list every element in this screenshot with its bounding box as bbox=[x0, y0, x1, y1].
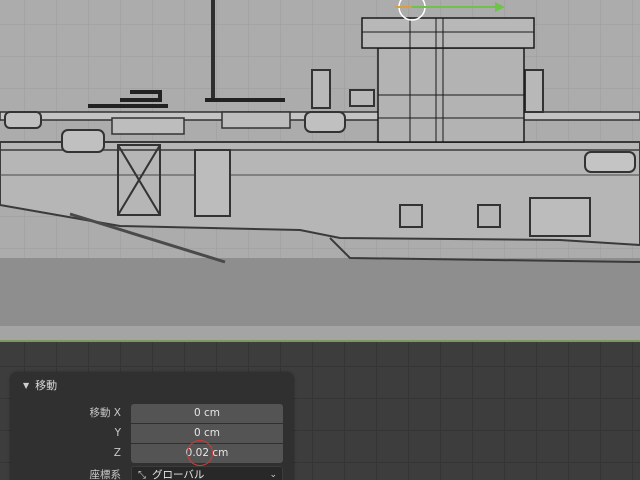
move-z-row: Z 0.02 cm bbox=[11, 444, 293, 463]
orientation-value: グローバル bbox=[152, 469, 205, 480]
panel-title: 移動 bbox=[35, 379, 58, 392]
move-x-row: 移動 X 0 cm bbox=[11, 404, 293, 423]
move-y-label: Y bbox=[114, 427, 121, 439]
move-y-field[interactable]: 0 cm bbox=[131, 424, 283, 443]
move-z-label: Z bbox=[113, 447, 121, 459]
orientation-dropdown[interactable]: ⤡ グローバル ⌄ bbox=[131, 466, 283, 480]
click-highlight-ring bbox=[187, 440, 213, 466]
orientation-row: 座標系 ⤡ グローバル ⌄ bbox=[11, 466, 293, 480]
move-y-row: Y 0 cm bbox=[11, 424, 293, 443]
move-x-label: 移動 X bbox=[89, 407, 121, 419]
adjust-last-operation-panel[interactable]: ▼ 移動 移動 X 0 cm Y 0 cm Z 0.02 cm 座標系 ⤡ グローバ… bbox=[11, 372, 293, 480]
3d-viewport[interactable]: ▼ 移動 移動 X 0 cm Y 0 cm Z 0.02 cm 座標系 ⤡ グローバ… bbox=[0, 0, 640, 480]
orientation-global-icon: ⤡ bbox=[138, 470, 146, 480]
orientation-label: 座標系 bbox=[89, 469, 122, 480]
panel-header[interactable]: ▼ 移動 bbox=[23, 378, 57, 394]
move-x-field[interactable]: 0 cm bbox=[131, 404, 283, 423]
triangle-down-icon[interactable]: ▼ bbox=[23, 378, 29, 394]
reference-image-ship-drawing bbox=[0, 0, 640, 342]
chevron-down-icon: ⌄ bbox=[269, 470, 277, 480]
